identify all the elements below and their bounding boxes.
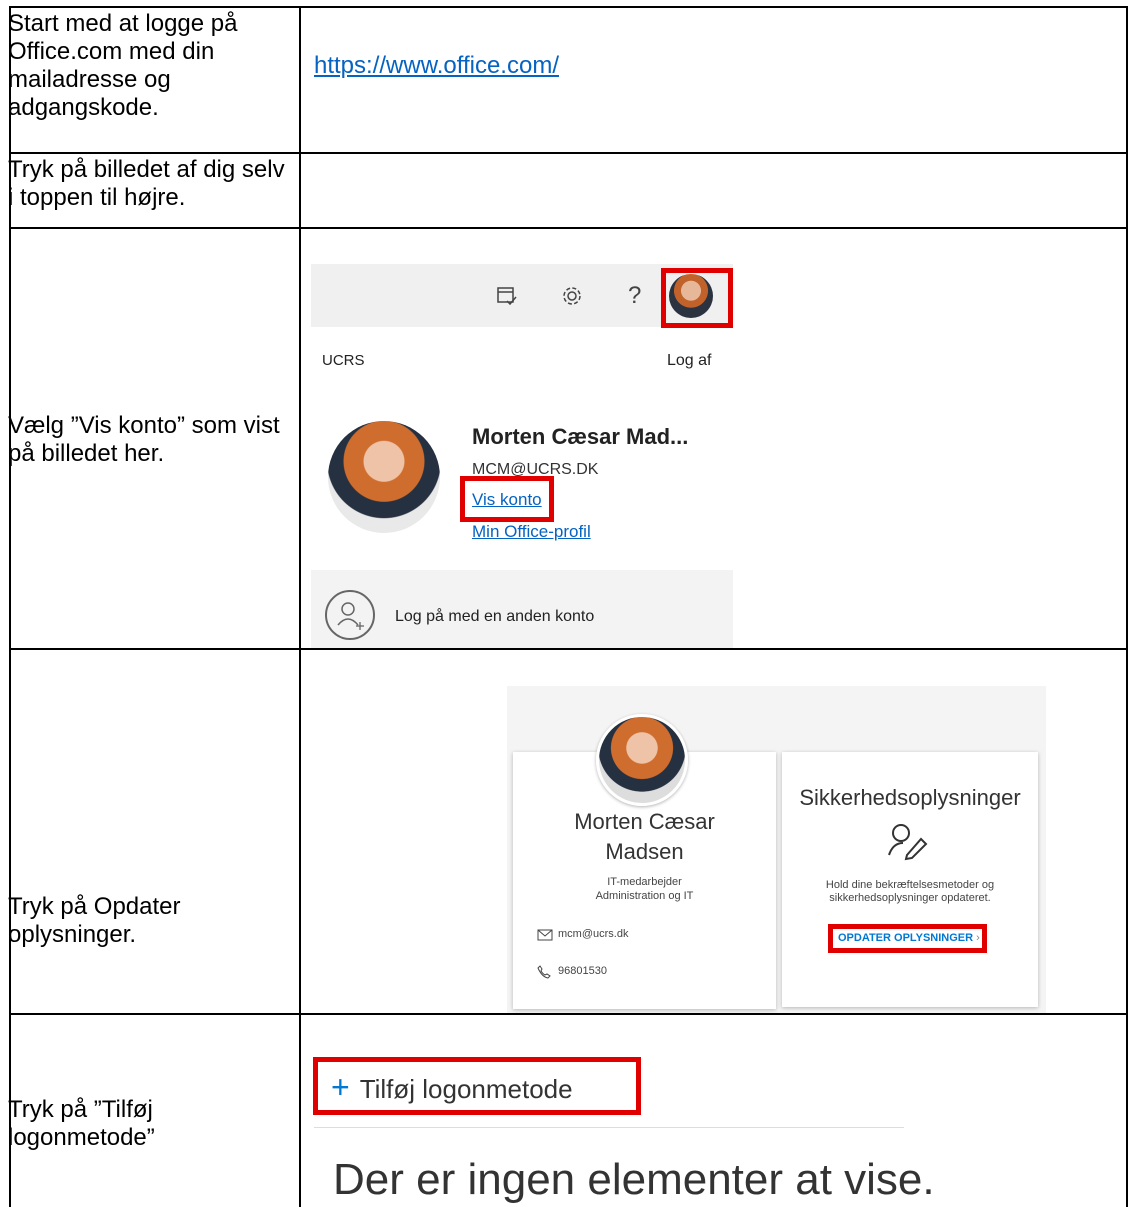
row-divider xyxy=(9,1013,1128,1015)
profile-avatar xyxy=(596,714,688,806)
instruction-table: Start med at logge på Office.com med din… xyxy=(0,0,1134,1207)
security-title: Sikkerhedsoplysninger xyxy=(799,785,1021,810)
office-profile-link[interactable]: Min Office-profil xyxy=(472,522,591,542)
highlight-box xyxy=(460,476,554,522)
help-icon[interactable]: ? xyxy=(628,282,641,310)
other-account-row[interactable]: Log på med en anden konto xyxy=(311,570,733,648)
calendar-check-icon[interactable] xyxy=(495,284,519,308)
instruction-step-2: Tryk på billedet af dig selv i toppen ti… xyxy=(8,156,285,211)
account-menu-screenshot: ? UCRS Log af Morten Cæsar Mad... MCM@UC… xyxy=(311,264,733,648)
row-divider xyxy=(9,227,1128,229)
table-border-right xyxy=(1126,6,1128,1207)
table-column-divider xyxy=(299,6,301,1207)
profile-email: mcm@ucrs.dk xyxy=(558,928,629,940)
row-divider xyxy=(9,152,1128,154)
instruction-step-3: Vælg ”Vis konto” som vist på billedet he… xyxy=(8,412,280,467)
mail-icon xyxy=(537,929,553,941)
security-desc-line2: sikkerhedsoplysninger opdateret. xyxy=(829,892,991,904)
add-person-icon xyxy=(325,590,375,640)
top-bar: ? xyxy=(311,264,733,328)
instruction-step-1: Start med at logge på Office.com med din… xyxy=(8,10,238,121)
highlight-box xyxy=(313,1057,641,1115)
user-name: Morten Cæsar Mad... xyxy=(472,424,689,449)
profile-phone: 96801530 xyxy=(558,965,607,977)
profile-role-line1: IT-medarbejder xyxy=(607,876,682,888)
other-account-label: Log på med en anden konto xyxy=(395,608,595,625)
empty-message: Der er ingen elementer at vise. xyxy=(333,1155,935,1204)
org-name: UCRS xyxy=(322,352,365,369)
profile-role-line2: Administration og IT xyxy=(595,890,694,902)
instruction-step-5: Tryk på ”Tilføj logonmetode” xyxy=(8,1096,155,1151)
row-divider xyxy=(9,648,1128,650)
divider xyxy=(314,1127,904,1128)
person-edit-icon xyxy=(888,824,928,861)
instruction-step-4: Tryk på Opdater oplysninger. xyxy=(8,893,181,948)
security-card: Sikkerhedsoplysninger Hold dine bekræfte… xyxy=(782,752,1038,1007)
phone-icon xyxy=(537,965,551,979)
table-border-top xyxy=(9,6,1128,8)
avatar-large xyxy=(328,421,440,533)
highlight-box xyxy=(828,924,987,953)
profile-name-line2: Madsen xyxy=(605,839,684,864)
security-desc-line1: Hold dine bekræftelsesmetoder og xyxy=(825,879,995,891)
office-link[interactable]: https://www.office.com/ xyxy=(314,52,559,80)
profile-name-line1: Morten Cæsar xyxy=(574,809,715,834)
profile-screenshot: Morten Cæsar Madsen IT-medarbejder Admin… xyxy=(507,686,1046,1013)
logout-link[interactable]: Log af xyxy=(667,352,711,370)
highlight-box xyxy=(661,268,733,328)
gear-icon[interactable] xyxy=(560,284,584,308)
